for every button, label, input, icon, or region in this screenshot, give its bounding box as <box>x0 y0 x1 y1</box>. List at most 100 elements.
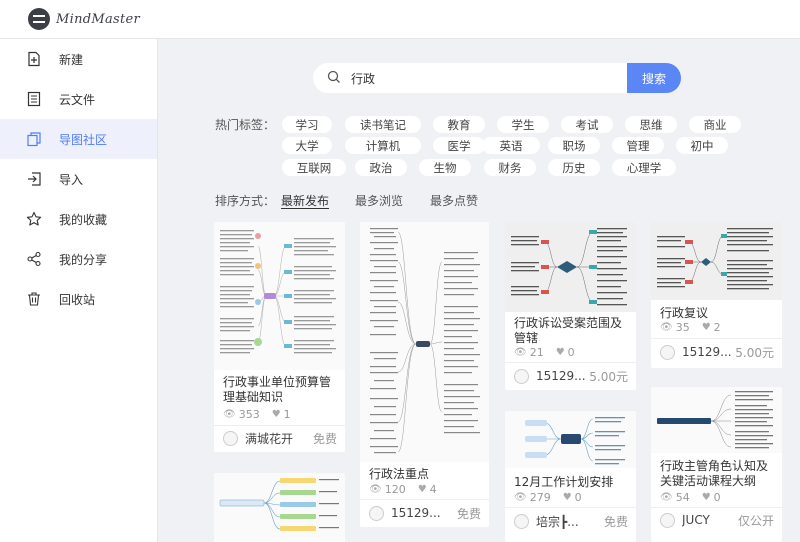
tag-chip[interactable]: 心理学 <box>612 159 676 176</box>
price-label: 免费 <box>603 514 628 529</box>
mindmaster-logo-icon <box>28 8 50 30</box>
hot-tags-label: 热门标签： <box>215 118 276 132</box>
view-count: 120 <box>384 483 406 496</box>
price-label: 5.00元 <box>735 345 774 360</box>
tag-chip[interactable]: 初中 <box>676 137 728 154</box>
card-stats: 👁 353 ♥ 1 <box>223 408 291 421</box>
mindmap-thumbnail <box>214 222 345 370</box>
view-count: 353 <box>238 408 260 421</box>
sidebar-item-label: 回收站 <box>59 292 96 307</box>
tag-chip[interactable]: 生物 <box>419 159 471 176</box>
author-name: 15129... <box>682 345 732 359</box>
mindmap-card[interactable] <box>214 473 345 542</box>
tag-chip[interactable]: 计算机 <box>345 137 421 154</box>
mindmap-card[interactable]: 12月工作计划安排 👁 279 ♥ 0 培宗┣... 免费 <box>505 411 636 542</box>
tag-chip[interactable]: 互联网 <box>282 159 346 176</box>
sidebar-item-import[interactable]: 导入 <box>0 159 157 199</box>
eye-icon: 👁 <box>223 409 236 420</box>
mindmap-thumbnail <box>214 473 345 541</box>
author-name: 满城花开 <box>245 431 294 446</box>
avatar <box>223 430 238 446</box>
tag-chip[interactable]: 思维 <box>625 116 677 133</box>
mindmap-card[interactable]: 行政事业单位预算管理基础知识 👁 353 ♥ 1 满城花开 免费 <box>214 222 345 452</box>
mindmap-card[interactable]: 行政诉讼受案范围及管辖 👁 21 ♥ 0 15129... 5.00元 <box>505 222 636 390</box>
card-stats: 👁 279 ♥ 0 <box>514 491 582 504</box>
eye-icon: 👁 <box>514 492 527 503</box>
sidebar-item-label: 新建 <box>59 52 84 67</box>
tag-chip[interactable]: 财务 <box>484 159 536 176</box>
tag-chip[interactable]: 医学 <box>433 137 485 154</box>
tag-chip[interactable]: 读书笔记 <box>345 116 421 133</box>
mindmap-card[interactable]: 行政复议 👁 35 ♥ 2 15129... 5.00元 <box>651 222 782 368</box>
sidebar-item-label: 我的收藏 <box>59 212 108 227</box>
mindmap-thumbnail <box>505 411 636 468</box>
tag-chip[interactable]: 管理 <box>612 137 664 154</box>
eye-icon: 👁 <box>369 484 382 495</box>
card-title: 行政事业单位预算管理基础知识 <box>223 375 332 404</box>
search-bar: 搜索 <box>313 63 681 93</box>
card-footer: 15129... 5.00元 <box>514 367 628 385</box>
heart-icon: ♥ <box>271 409 281 420</box>
divider <box>505 507 636 508</box>
heart-icon: ♥ <box>417 484 427 495</box>
card-stats: 👁 54 ♥ 0 <box>660 491 721 504</box>
top-bar: MindMaster <box>0 0 800 39</box>
tag-chip[interactable]: 学习 <box>282 116 332 133</box>
like-count: 1 <box>283 408 291 421</box>
sort-option-most-viewed[interactable]: 最多浏览 <box>355 192 403 209</box>
mindmap-thumbnail <box>360 222 489 462</box>
tag-chip[interactable]: 大学 <box>282 137 332 154</box>
sort-option-most-liked[interactable]: 最多点赞 <box>430 192 478 209</box>
sidebar-item-share[interactable]: 我的分享 <box>0 239 157 279</box>
search-button[interactable]: 搜索 <box>627 63 681 93</box>
tag-chip[interactable]: 职场 <box>548 137 600 154</box>
sidebar: 新建 云文件 导图社区 导入 我的收藏 我的分享 回收站 <box>0 39 158 542</box>
import-icon <box>26 171 42 187</box>
avatar <box>514 368 529 384</box>
trash-icon <box>26 291 42 307</box>
sidebar-item-community[interactable]: 导图社区 <box>0 119 157 159</box>
view-count: 21 <box>529 346 544 359</box>
divider <box>651 338 782 339</box>
price-label: 免费 <box>312 431 337 446</box>
mindmap-thumbnail <box>505 222 636 312</box>
mindmap-card[interactable]: 行政法重点 👁 120 ♥ 4 15129... 免费 <box>360 222 489 527</box>
sidebar-item-trash[interactable]: 回收站 <box>0 279 157 319</box>
sort-option-newest[interactable]: 最新发布 <box>281 192 329 209</box>
avatar <box>660 512 675 528</box>
mindmap-card[interactable]: 行政主管角色认知及关键活动课程大纲 👁 54 ♥ 0 JUCY 仅公开 <box>651 387 782 542</box>
avatar <box>514 513 529 529</box>
author-name: 培宗┣... <box>536 514 579 529</box>
avatar <box>369 505 384 521</box>
card-footer: 培宗┣... 免费 <box>514 512 628 530</box>
view-count: 279 <box>529 491 551 504</box>
price-label: 5.00元 <box>589 369 628 384</box>
eye-icon: 👁 <box>660 322 673 333</box>
author-name: 15129... <box>391 506 441 520</box>
card-stats: 👁 120 ♥ 4 <box>369 483 437 496</box>
card-stats: 👁 35 ♥ 2 <box>660 321 721 334</box>
view-count: 35 <box>675 321 690 334</box>
card-title: 行政复议 <box>660 306 709 320</box>
tag-chip[interactable]: 考试 <box>561 116 613 133</box>
sidebar-item-new[interactable]: 新建 <box>0 39 157 79</box>
card-footer: 15129... 免费 <box>369 504 481 522</box>
app-logo[interactable]: MindMaster <box>28 8 140 30</box>
tag-chip[interactable]: 商业 <box>689 116 741 133</box>
search-input[interactable] <box>351 71 591 85</box>
tag-chip[interactable]: 历史 <box>548 159 600 176</box>
sidebar-item-cloud[interactable]: 云文件 <box>0 79 157 119</box>
divider <box>214 425 345 426</box>
search-box <box>313 63 627 93</box>
main-content: 搜索 热门标签： 学习 读书笔记 教育 学生 考试 思维 商业 大学 计算机 医… <box>159 39 800 542</box>
tag-chip[interactable]: 教育 <box>433 116 485 133</box>
tag-chip[interactable]: 英语 <box>482 137 540 154</box>
tag-chip[interactable]: 学生 <box>497 116 549 133</box>
tag-chip[interactable]: 政治 <box>355 159 407 176</box>
sidebar-item-label: 导图社区 <box>59 132 108 147</box>
eye-icon: 👁 <box>660 492 673 503</box>
card-footer: JUCY 仅公开 <box>660 511 774 529</box>
sort-label: 排序方式： <box>215 194 276 208</box>
star-icon <box>26 211 42 227</box>
sidebar-item-favorites[interactable]: 我的收藏 <box>0 199 157 239</box>
